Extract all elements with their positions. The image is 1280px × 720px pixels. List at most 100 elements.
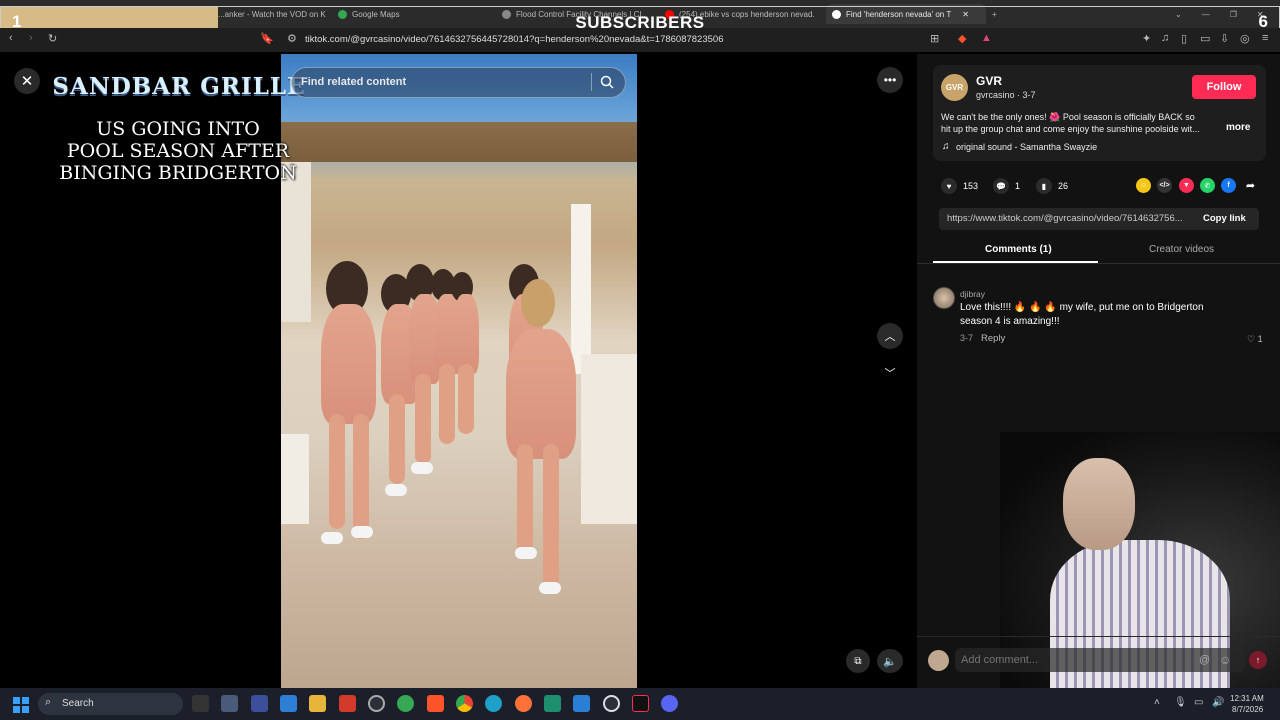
friends-share-icon[interactable]: ☺: [1136, 178, 1151, 193]
person-leg: [458, 364, 474, 434]
tab-creator-videos[interactable]: Creator videos: [1149, 244, 1214, 255]
caption-line: POOL SEASON AFTER: [66, 140, 290, 162]
chrome-icon[interactable]: [456, 695, 473, 712]
brave-shield-icon[interactable]: ◆: [958, 32, 966, 45]
comment-like-button[interactable]: ♡ 1: [1247, 334, 1263, 345]
person-leg: [415, 374, 431, 464]
rewards-icon[interactable]: ▲: [981, 32, 992, 44]
sound-link[interactable]: original sound - Samantha Swayzie: [956, 142, 1097, 152]
taskbar-search[interactable]: [38, 693, 183, 715]
vpn-icon[interactable]: ◎: [1240, 32, 1250, 45]
author-name[interactable]: GVR: [976, 74, 1002, 88]
picture-in-picture-icon: ⧉: [854, 655, 862, 667]
taskbar-app-icon[interactable]: [251, 695, 268, 712]
author-avatar[interactable]: GVR: [941, 74, 968, 101]
like-count: 153: [963, 181, 979, 191]
site-info-icon[interactable]: ⚙: [287, 32, 297, 45]
commenter-name[interactable]: djibray: [960, 289, 985, 299]
copy-link-button[interactable]: Copy link: [1203, 213, 1246, 224]
install-icon[interactable]: ⊞: [930, 32, 939, 45]
post-comment-button[interactable]: ↑: [1249, 651, 1267, 669]
maps-icon[interactable]: [397, 695, 414, 712]
clock-date[interactable]: 8/7/2026: [1232, 705, 1263, 714]
search-icon: ⌕: [45, 696, 52, 708]
volume-button[interactable]: 🔈: [877, 649, 903, 673]
share-arrow-icon[interactable]: ➦: [1243, 178, 1258, 193]
person-hair: [521, 279, 555, 327]
forward-icon[interactable]: ›: [29, 32, 33, 44]
obs-icon[interactable]: [603, 695, 620, 712]
chevron-up-icon[interactable]: ˄: [1154, 697, 1160, 708]
person-leg: [389, 394, 405, 484]
windows-start-icon[interactable]: [13, 697, 29, 713]
tiktok-icon[interactable]: [632, 695, 649, 712]
wallet-icon[interactable]: ▭: [1200, 32, 1210, 45]
brave-browser-icon[interactable]: [427, 695, 444, 712]
shoe: [411, 462, 433, 474]
shoe: [351, 526, 373, 538]
mention-icon[interactable]: @: [1199, 654, 1210, 666]
previous-video-button[interactable]: ︿: [877, 323, 903, 349]
edge-icon[interactable]: [485, 695, 502, 712]
person: [506, 329, 576, 459]
shoe: [385, 484, 407, 496]
url-field[interactable]: tiktok.com/@gvrcasino/video/761463275644…: [305, 34, 723, 45]
network-icon[interactable]: ▭: [1194, 697, 1203, 708]
more-button[interactable]: more: [1226, 122, 1250, 133]
search-icon[interactable]: [600, 75, 614, 89]
caption-line: US GOING INTO: [96, 118, 260, 140]
clock-time[interactable]: 12:31 AM: [1230, 694, 1264, 703]
video-caption: US GOING INTO POOL SEASON AFTER BINGING …: [50, 118, 306, 184]
taskbar-app-icon[interactable]: [280, 695, 297, 712]
taskbar-app-icon[interactable]: [221, 695, 238, 712]
downloads-icon[interactable]: ⇩: [1220, 32, 1229, 45]
pip-button[interactable]: ⧉: [846, 649, 870, 673]
discord-icon[interactable]: [661, 695, 678, 712]
back-icon[interactable]: ‹: [9, 32, 13, 44]
like-button[interactable]: ♥ 153: [941, 178, 978, 194]
whatsapp-icon[interactable]: ✆: [1200, 178, 1215, 193]
more-options-button[interactable]: •••: [877, 67, 903, 93]
volume-icon[interactable]: 🔊: [1212, 697, 1224, 708]
commenter-avatar[interactable]: [933, 287, 955, 309]
reply-button[interactable]: Reply: [981, 333, 1005, 344]
taskbar-app-icon[interactable]: [544, 695, 561, 712]
vscode-icon[interactable]: [573, 695, 590, 712]
description-line: hit up the group chat and come enjoy the…: [941, 124, 1200, 134]
send-icon[interactable]: ▼: [1179, 178, 1194, 193]
next-video-button[interactable]: ﹀: [877, 360, 903, 386]
chevron-up-icon: ︿: [884, 331, 896, 343]
extensions-icon[interactable]: ✦: [1142, 32, 1151, 45]
media-icon[interactable]: ♫: [1161, 32, 1169, 44]
video-player[interactable]: [281, 54, 637, 688]
save-button[interactable]: ▮ 26: [1036, 178, 1068, 194]
author-handle[interactable]: gvrcasino · 3-7: [976, 90, 1036, 100]
embed-icon[interactable]: </>: [1157, 178, 1172, 193]
comment-text: Love this!!!! 🔥 🔥 🔥 my wife, put me on t…: [960, 302, 1204, 313]
facebook-icon[interactable]: f: [1221, 178, 1236, 193]
ellipsis-icon: •••: [883, 73, 897, 87]
sidebar-icon[interactable]: ▯: [1181, 32, 1187, 45]
tab-comments[interactable]: Comments (1): [985, 244, 1052, 255]
video-sign-text: SANDBAR GRILLE: [52, 73, 306, 100]
menu-icon[interactable]: ≡: [1262, 32, 1268, 44]
comment-date: 3-7: [960, 333, 974, 343]
reload-icon[interactable]: ↻: [48, 32, 57, 45]
emoji-icon[interactable]: ☺: [1219, 653, 1231, 667]
firefox-icon[interactable]: [515, 695, 532, 712]
file-explorer-icon[interactable]: [309, 695, 326, 712]
bookmark-icon: ▮: [1036, 178, 1052, 194]
taskbar-app-icon[interactable]: [339, 695, 356, 712]
comment-button[interactable]: 💬 1: [993, 178, 1020, 194]
taskbar-app-icon[interactable]: [368, 695, 385, 712]
bookmark-icon[interactable]: 🔖: [260, 32, 274, 45]
tabs-divider: [917, 263, 1280, 264]
sign-board: [281, 122, 637, 162]
follow-button[interactable]: Follow: [1192, 75, 1256, 99]
save-count: 26: [1058, 181, 1069, 191]
taskbar-app-icon[interactable]: [192, 695, 209, 712]
person: [321, 304, 376, 424]
my-avatar: [928, 650, 949, 671]
shoe: [515, 547, 537, 559]
microphone-icon[interactable]: 🎙: [1174, 697, 1187, 708]
